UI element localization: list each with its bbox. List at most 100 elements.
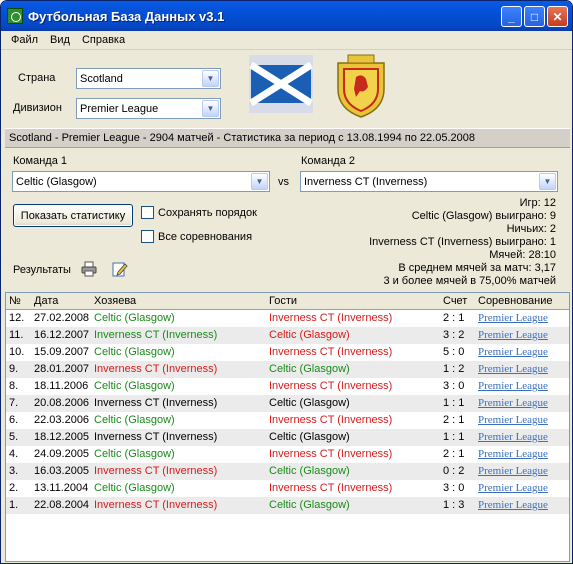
table-row[interactable]: 7. 20.08.2006 Inverness CT (Inverness) Celt… <box>6 395 569 412</box>
team2-label: Команда 2 <box>301 155 355 167</box>
row-score: 1 : 3 <box>443 499 465 511</box>
row-home-team: Inverness CT (Inverness) <box>94 431 218 443</box>
col-header-home[interactable]: Хозяева <box>94 293 136 310</box>
chevron-down-icon[interactable]: ▼ <box>539 173 556 190</box>
edit-icon[interactable] <box>111 260 129 278</box>
row-number: 7. <box>9 397 19 409</box>
menu-help[interactable]: Справка <box>76 34 131 46</box>
row-score: 1 : 1 <box>443 397 465 409</box>
row-competition-link[interactable]: Premier League <box>478 327 548 344</box>
row-home-team: Celtic (Glasgow) <box>94 312 175 324</box>
row-competition-link[interactable]: Premier League <box>478 395 548 412</box>
scotland-flag-icon <box>249 55 313 113</box>
row-competition-link[interactable]: Premier League <box>478 344 548 361</box>
row-number: 12. <box>9 312 25 324</box>
stats-panel: Игр: 12 Celtic (Glasgow) выиграно: 9 Нич… <box>369 197 556 288</box>
team1-select[interactable]: Celtic (Glasgow) ▼ <box>12 171 270 192</box>
row-away-team: Inverness CT (Inverness) <box>269 414 393 426</box>
row-competition-link[interactable]: Premier League <box>478 480 548 497</box>
row-date: 16.12.2007 <box>34 329 90 341</box>
row-score: 5 : 0 <box>443 346 465 358</box>
row-date: 20.08.2006 <box>34 397 90 409</box>
row-away-team: Inverness CT (Inverness) <box>269 482 393 494</box>
row-score: 3 : 0 <box>443 482 465 494</box>
row-competition-link[interactable]: Premier League <box>478 497 548 514</box>
row-number: 8. <box>9 380 19 392</box>
app-icon <box>7 8 23 24</box>
table-row[interactable]: 8. 18.11.2006 Celtic (Glasgow) Inverness CT… <box>6 378 569 395</box>
all-competitions-checkbox[interactable]: Все соревнования <box>141 230 252 243</box>
row-away-team: Inverness CT (Inverness) <box>269 380 393 392</box>
checkbox-box[interactable] <box>141 206 154 219</box>
table-row[interactable]: 2. 13.11.2004 Celtic (Glasgow) Inverness CT… <box>6 480 569 497</box>
maximize-button[interactable]: □ <box>524 6 545 27</box>
close-button[interactable]: ✕ <box>547 6 568 27</box>
row-home-team: Inverness CT (Inverness) <box>94 329 218 341</box>
chevron-down-icon[interactable]: ▼ <box>251 173 268 190</box>
show-stats-button[interactable]: Показать статистику <box>13 204 133 227</box>
row-number: 5. <box>9 431 19 443</box>
minimize-button[interactable]: _ <box>501 6 522 27</box>
chevron-down-icon[interactable]: ▼ <box>202 100 219 117</box>
col-header-date[interactable]: Дата <box>34 293 58 310</box>
col-header-score[interactable]: Счет <box>443 293 467 310</box>
table-row[interactable]: 3. 16.03.2005 Inverness CT (Inverness) Celt… <box>6 463 569 480</box>
table-row[interactable]: 5. 18.12.2005 Inverness CT (Inverness) Celt… <box>6 429 569 446</box>
keep-order-checkbox[interactable]: Сохранять порядок <box>141 206 257 219</box>
row-score: 0 : 2 <box>443 465 465 477</box>
table-row[interactable]: 9. 28.01.2007 Inverness CT (Inverness) Celt… <box>6 361 569 378</box>
menu-file[interactable]: Файл <box>5 34 44 46</box>
col-header-number[interactable]: № <box>9 293 21 310</box>
row-competition-link[interactable]: Premier League <box>478 412 548 429</box>
checkbox-box[interactable] <box>141 230 154 243</box>
results-grid[interactable]: № Дата Хозяева Гости Счет Соревнование 1… <box>5 292 570 562</box>
team1-value: Celtic (Glasgow) <box>16 175 97 188</box>
row-competition-link[interactable]: Premier League <box>478 429 548 446</box>
col-header-competition[interactable]: Соревнование <box>478 293 553 310</box>
row-score: 2 : 1 <box>443 448 465 460</box>
table-row[interactable]: 12. 27.02.2008 Celtic (Glasgow) Inverness C… <box>6 310 569 327</box>
row-competition-link[interactable]: Premier League <box>478 378 548 395</box>
col-header-away[interactable]: Гости <box>269 293 297 310</box>
team2-select[interactable]: Inverness CT (Inverness) ▼ <box>300 171 558 192</box>
row-score: 2 : 1 <box>443 414 465 426</box>
row-home-team: Celtic (Glasgow) <box>94 482 175 494</box>
row-competition-link[interactable]: Premier League <box>478 446 548 463</box>
row-competition-link[interactable]: Premier League <box>478 463 548 480</box>
row-competition-link[interactable]: Premier League <box>478 361 548 378</box>
row-date: 13.11.2004 <box>34 482 89 494</box>
row-score: 3 : 0 <box>443 380 465 392</box>
table-row[interactable]: 1. 22.08.2004 Inverness CT (Inverness) Celt… <box>6 497 569 514</box>
results-label: Результаты <box>13 264 71 276</box>
row-away-team: Celtic (Glasgow) <box>269 431 350 443</box>
team1-label: Команда 1 <box>13 155 67 167</box>
row-away-team: Inverness CT (Inverness) <box>269 346 393 358</box>
row-date: 16.03.2005 <box>34 465 90 477</box>
football-association-crest-icon <box>337 54 385 118</box>
table-row[interactable]: 10. 15.09.2007 Celtic (Glasgow) Inverness C… <box>6 344 569 361</box>
row-away-team: Celtic (Glasgow) <box>269 465 350 477</box>
country-select[interactable]: Scotland ▼ <box>76 68 221 89</box>
table-row[interactable]: 4. 24.09.2005 Celtic (Glasgow) Inverness CT… <box>6 446 569 463</box>
row-number: 3. <box>9 465 19 477</box>
table-row[interactable]: 6. 22.03.2006 Celtic (Glasgow) Inverness CT… <box>6 412 569 429</box>
grid-header: № Дата Хозяева Гости Счет Соревнование <box>6 293 569 310</box>
menu-view[interactable]: Вид <box>44 34 76 46</box>
row-date: 22.08.2004 <box>34 499 90 511</box>
keep-order-label: Сохранять порядок <box>158 206 257 219</box>
row-away-team: Inverness CT (Inverness) <box>269 312 393 324</box>
row-away-team: Inverness CT (Inverness) <box>269 448 393 460</box>
row-competition-link[interactable]: Premier League <box>478 310 548 327</box>
division-select[interactable]: Premier League ▼ <box>76 98 221 119</box>
row-home-team: Celtic (Glasgow) <box>94 448 175 460</box>
title-bar[interactable]: Футбольная База Данных v3.1 _ □ ✕ <box>1 1 572 31</box>
row-home-team: Inverness CT (Inverness) <box>94 499 218 511</box>
all-competitions-label: Все соревнования <box>158 230 253 243</box>
app-window: Футбольная База Данных v3.1 _ □ ✕ Файл В… <box>0 0 573 564</box>
print-icon[interactable] <box>80 260 98 278</box>
table-row[interactable]: 11. 16.12.2007 Inverness CT (Inverness) Cel… <box>6 327 569 344</box>
row-date: 28.01.2007 <box>34 363 90 375</box>
chevron-down-icon[interactable]: ▼ <box>202 70 219 87</box>
row-away-team: Celtic (Glasgow) <box>269 397 350 409</box>
row-away-team: Celtic (Glasgow) <box>269 499 350 511</box>
